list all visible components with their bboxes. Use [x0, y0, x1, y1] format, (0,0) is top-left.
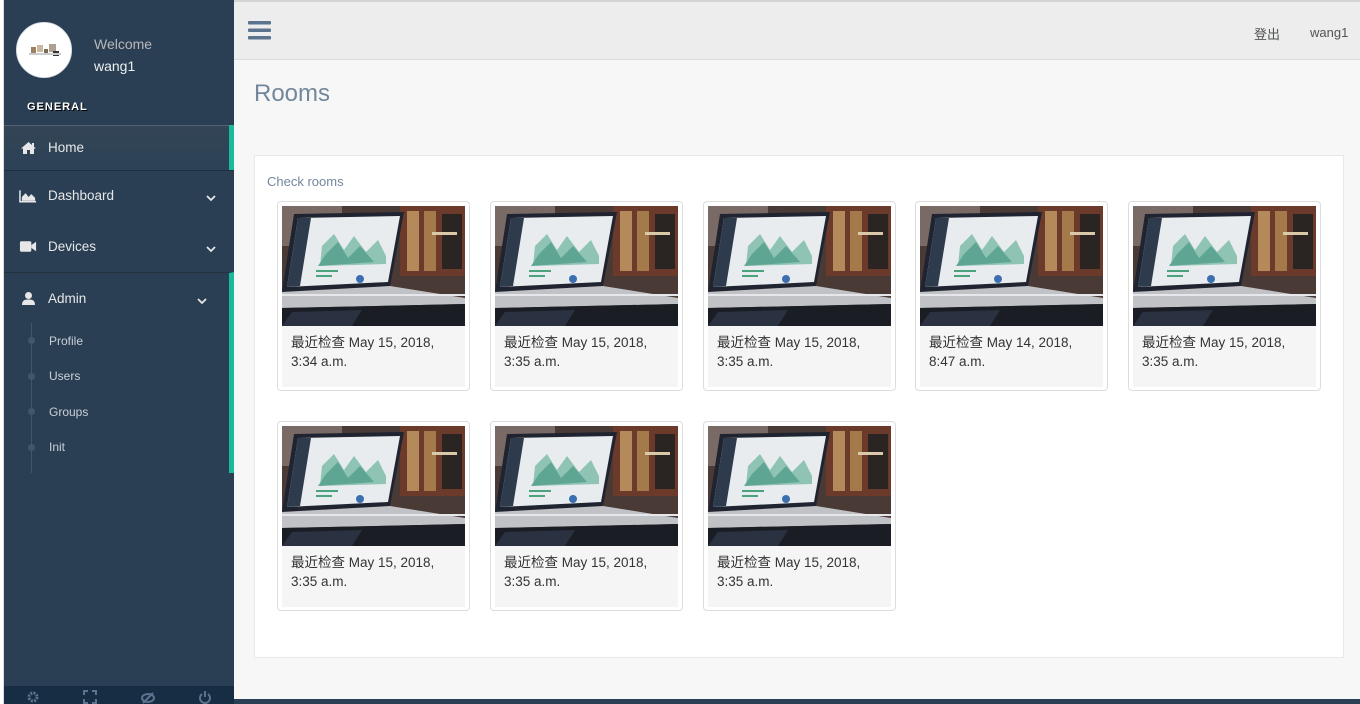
submenu-item-label: Users [49, 369, 81, 384]
bullet-icon [28, 337, 35, 344]
home-icon [19, 139, 37, 157]
video-camera-icon [19, 238, 37, 256]
submenu-item-groups[interactable]: Groups [4, 394, 229, 430]
bullet-icon [28, 443, 35, 451]
submenu-item-label: Init [49, 440, 66, 455]
room-caption: 最近检查 May 15, 2018, 3:35 a.m. [1133, 326, 1316, 387]
room-card[interactable]: 最近检查 May 15, 2018, 3:35 a.m. [703, 421, 896, 611]
last-check-time: 3:35 a.m. [717, 354, 774, 369]
top-navbar: 登出 wang1 [234, 2, 1360, 60]
sidebar-item-label: Dashboard [48, 188, 115, 203]
submenu-item-label: Profile [49, 333, 84, 348]
room-card[interactable]: 最近检查 May 14, 2018, 8:47 a.m. [915, 201, 1108, 391]
room-caption: 最近检查 May 15, 2018, 3:35 a.m. [708, 546, 891, 607]
menu-section-title: GENERAL [27, 101, 88, 113]
room-card[interactable]: 最近检查 May 15, 2018, 3:35 a.m. [703, 201, 896, 391]
room-thumbnail[interactable] [495, 206, 678, 326]
last-check-date: 最近检查 May 15, 2018, [717, 555, 861, 570]
room-thumbnail[interactable] [282, 426, 465, 546]
last-check-time: 3:35 a.m. [504, 574, 561, 589]
area-chart-icon [19, 187, 37, 205]
room-card[interactable]: 最近检查 May 15, 2018, 3:35 a.m. [490, 201, 683, 391]
last-check-date: 最近检查 May 15, 2018, [717, 335, 861, 350]
last-check-date: 最近检查 May 14, 2018, [929, 335, 1073, 350]
room-caption: 最近检查 May 15, 2018, 3:35 a.m. [282, 546, 465, 607]
sidebar-item-dashboard[interactable]: Dashboard [4, 170, 234, 221]
menu-toggle-icon[interactable] [248, 20, 272, 46]
room-card[interactable]: 最近检查 May 15, 2018, 3:34 a.m. [277, 201, 470, 391]
power-icon[interactable] [177, 686, 235, 704]
last-check-date: 最近检查 May 15, 2018, [504, 335, 648, 350]
room-thumbnail[interactable] [495, 426, 678, 546]
admin-submenu: Profile Users Groups Init [4, 323, 234, 473]
last-check-time: 3:35 a.m. [291, 574, 348, 589]
page-title: Rooms [254, 80, 331, 107]
sidebar-item-label: Home [48, 140, 85, 155]
last-check-time: 3:34 a.m. [291, 354, 348, 369]
room-caption: 最近检查 May 14, 2018, 8:47 a.m. [920, 326, 1103, 387]
submenu-item-init[interactable]: Init [4, 430, 229, 466]
last-check-time: 3:35 a.m. [1142, 354, 1199, 369]
sidebar-username: wang1 [94, 58, 136, 74]
submenu-item-label: Groups [49, 404, 89, 419]
avatar[interactable] [16, 22, 72, 78]
bottom-bar [234, 699, 1360, 704]
sidebar-item-admin[interactable]: Admin [4, 272, 234, 323]
room-thumbnail[interactable] [282, 206, 465, 326]
room-thumbnail[interactable] [920, 206, 1103, 326]
last-check-date: 最近检查 May 15, 2018, [1142, 335, 1286, 350]
last-check-time: 8:47 a.m. [929, 354, 986, 369]
room-caption: 最近检查 May 15, 2018, 3:34 a.m. [282, 326, 465, 387]
room-caption: 最近检查 May 15, 2018, 3:35 a.m. [495, 546, 678, 607]
user-menu[interactable]: wang1 [1310, 25, 1348, 40]
sidebar-menu: Home Dashboard Devices Admin Profile Use… [4, 125, 234, 473]
profile-block: Welcome wang1 [4, 0, 234, 92]
welcome-label: Welcome [94, 36, 153, 52]
last-check-time: 3:35 a.m. [504, 354, 561, 369]
logout-link[interactable]: 登出 [1254, 24, 1280, 43]
sidebar-item-devices[interactable]: Devices [4, 221, 234, 272]
sidebar-footer [4, 686, 234, 704]
last-check-date: 最近检查 May 15, 2018, [504, 555, 648, 570]
last-check-date: 最近检查 May 15, 2018, [291, 555, 435, 570]
bullet-icon [28, 408, 35, 415]
room-card[interactable]: 最近检查 May 15, 2018, 3:35 a.m. [277, 421, 470, 611]
fullscreen-icon[interactable] [62, 686, 120, 704]
room-caption: 最近检查 May 15, 2018, 3:35 a.m. [495, 326, 678, 387]
chevron-down-icon [206, 241, 216, 256]
room-thumbnail[interactable] [1133, 206, 1316, 326]
panel-title: Check rooms [267, 174, 344, 189]
chevron-down-icon [206, 190, 216, 205]
submenu-item-users[interactable]: Users [4, 359, 229, 395]
submenu-item-profile[interactable]: Profile [4, 323, 229, 359]
room-caption: 最近检查 May 15, 2018, 3:35 a.m. [708, 326, 891, 387]
bullet-icon [28, 372, 35, 380]
chevron-down-icon [197, 293, 207, 308]
room-thumbnail[interactable] [708, 426, 891, 546]
sidebar-item-label: Devices [48, 239, 97, 254]
sidebar: Welcome wang1 GENERAL Home Dashboard Dev… [4, 0, 234, 704]
room-thumbnail[interactable] [708, 206, 891, 326]
room-card[interactable]: 最近检查 May 15, 2018, 3:35 a.m. [490, 421, 683, 611]
last-check-date: 最近检查 May 15, 2018, [291, 335, 435, 350]
eye-slash-icon[interactable] [119, 686, 177, 704]
sidebar-item-label: Admin [48, 290, 87, 306]
room-card[interactable]: 最近检查 May 15, 2018, 3:35 a.m. [1128, 201, 1321, 391]
user-icon [19, 289, 37, 307]
sidebar-item-home[interactable]: Home [4, 125, 234, 170]
gear-icon[interactable] [4, 686, 62, 704]
last-check-time: 3:35 a.m. [717, 574, 774, 589]
